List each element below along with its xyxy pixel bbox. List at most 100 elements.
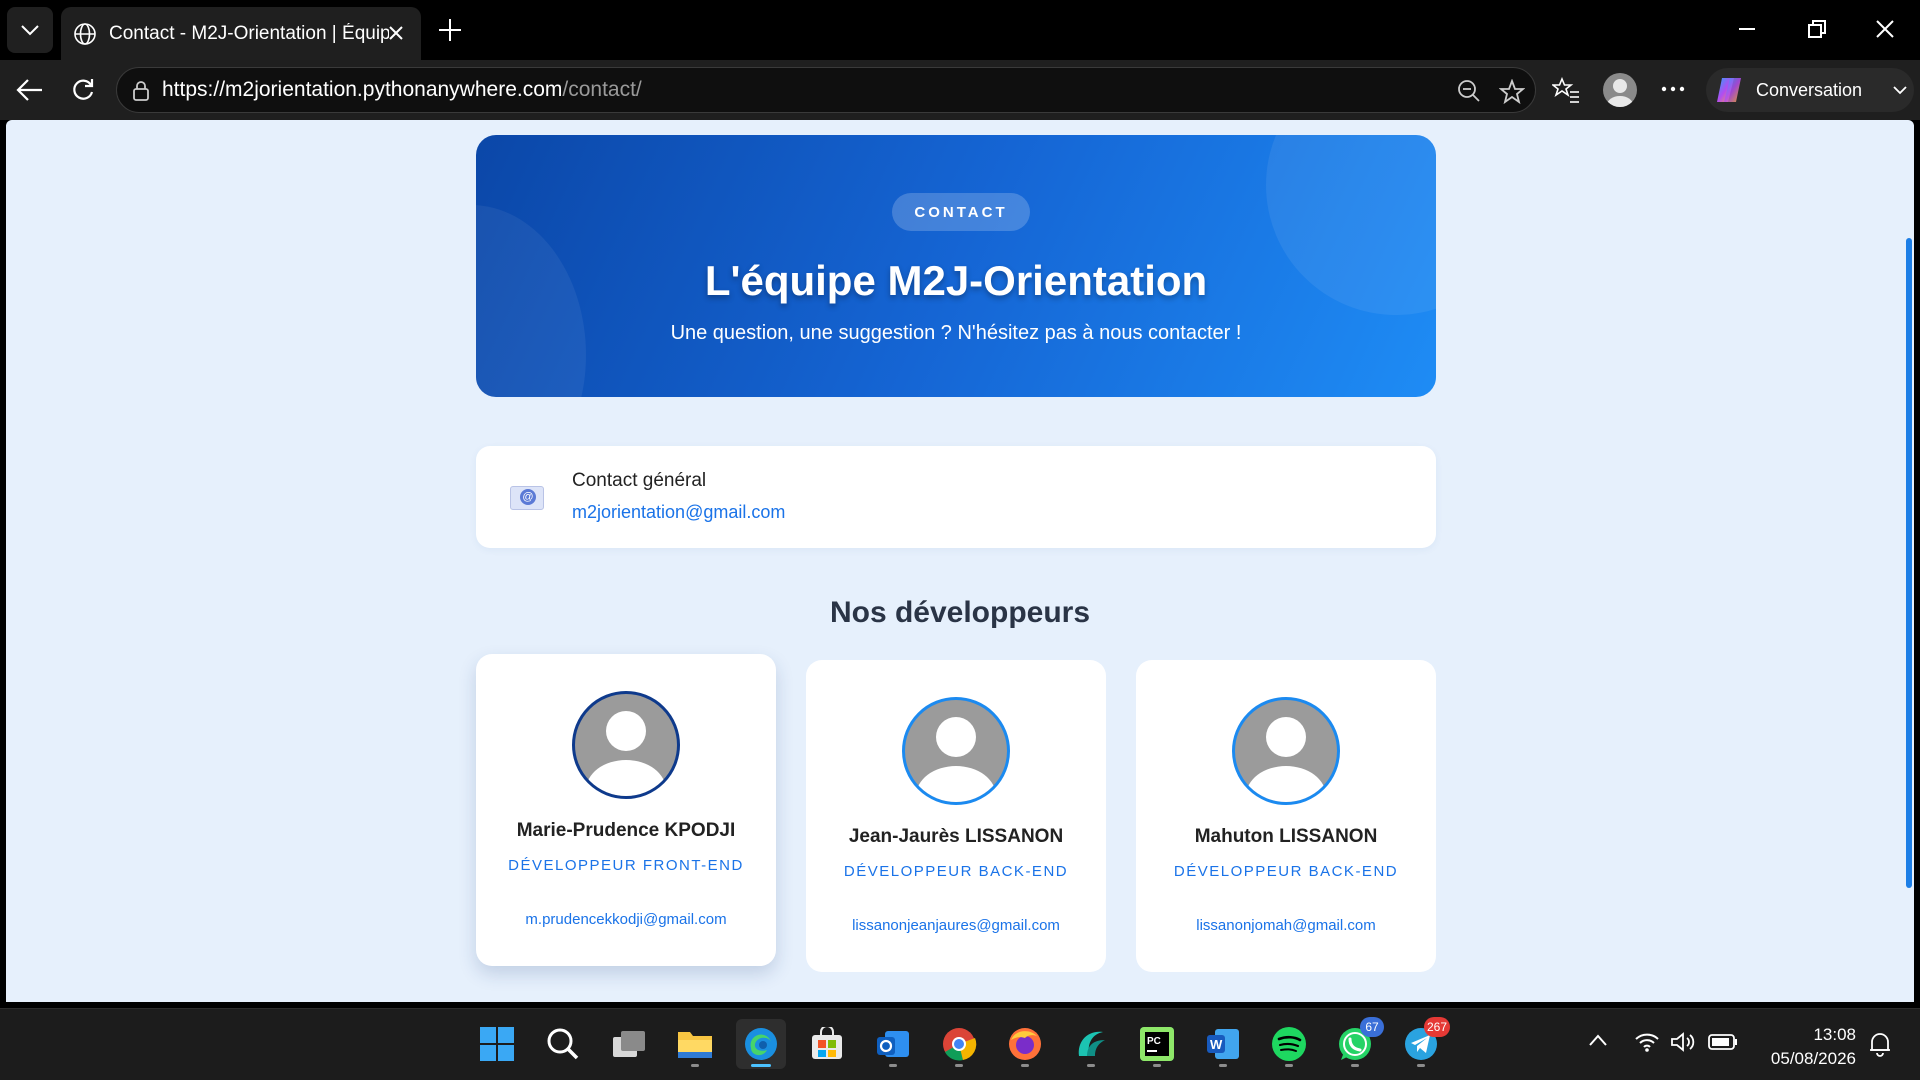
edge-icon <box>745 1028 777 1060</box>
user-icon <box>1607 79 1633 107</box>
firefox-button[interactable] <box>1000 1019 1050 1069</box>
email-icon: @ <box>510 486 544 510</box>
developer-name: Marie-Prudence KPODJI <box>516 820 736 841</box>
running-indicator <box>889 1064 897 1067</box>
running-indicator <box>1021 1064 1029 1067</box>
file-explorer-button[interactable] <box>670 1019 720 1069</box>
new-tab-icon[interactable] <box>436 16 464 44</box>
battery-icon[interactable] <box>1708 1034 1738 1050</box>
running-indicator <box>955 1064 963 1067</box>
search-button[interactable] <box>538 1019 588 1069</box>
whatsapp-button[interactable]: 67 <box>1330 1017 1384 1069</box>
running-indicator <box>751 1064 771 1067</box>
word-button[interactable]: W <box>1198 1019 1248 1069</box>
browser-tab-bar: Contact - M2J-Orientation | Équipe <box>0 0 1920 60</box>
developer-email-link[interactable]: lissanonjeanjaures@gmail.com <box>806 917 1106 934</box>
search-icon <box>547 1028 579 1060</box>
url-host: https://m2jorientation.pythonanywhere.co… <box>162 78 563 101</box>
volume-icon[interactable] <box>1670 1031 1696 1053</box>
back-arrow-icon[interactable] <box>16 77 44 103</box>
developer-role: DÉVELOPPEUR FRONT-END <box>508 857 744 874</box>
folder-icon <box>678 1032 712 1058</box>
outlook-icon <box>877 1031 909 1057</box>
copilot-icon <box>1717 78 1741 102</box>
wifi-icon[interactable] <box>1634 1031 1660 1053</box>
browser-tab-active[interactable]: Contact - M2J-Orientation | Équipe <box>61 7 421 60</box>
globe-icon <box>74 22 96 45</box>
clock-date: 05/08/2026 <box>1770 1049 1856 1068</box>
page-title: L'équipe M2J-Orientation <box>704 257 1208 304</box>
outlook-button[interactable] <box>868 1019 918 1069</box>
user-icon <box>916 717 996 802</box>
chevron-down-icon <box>21 25 39 36</box>
hero-subtitle: Une question, une suggestion ? N'hésitez… <box>670 322 1242 344</box>
user-icon <box>586 711 666 796</box>
lock-icon[interactable] <box>131 80 151 102</box>
address-bar[interactable]: https://m2jorientation.pythonanywhere.co… <box>116 67 1536 113</box>
developer-email-link[interactable]: m.prudencekkodji@gmail.com <box>476 911 776 928</box>
windows-icon <box>480 1027 514 1061</box>
more-options-icon[interactable] <box>1661 85 1685 93</box>
chrome-button[interactable] <box>934 1019 984 1069</box>
profile-avatar[interactable] <box>1603 73 1637 107</box>
minimize-icon[interactable] <box>1736 18 1758 40</box>
task-view-icon <box>613 1031 645 1057</box>
favorite-star-icon[interactable] <box>1499 79 1525 105</box>
running-indicator <box>1417 1064 1425 1067</box>
developer-card: Marie-Prudence KPODJI DÉVELOPPEUR FRONT-… <box>476 654 776 966</box>
taskbar: PC W 67 267 13:08 05/08/2026 <box>0 1008 1920 1080</box>
favorites-list-icon[interactable] <box>1552 77 1580 103</box>
pycharm-button[interactable]: PC <box>1132 1019 1182 1069</box>
svg-text:PC: PC <box>1147 1036 1161 1047</box>
running-indicator <box>1285 1064 1293 1067</box>
edge-button[interactable] <box>736 1019 786 1069</box>
developer-role: DÉVELOPPEUR BACK-END <box>843 863 1069 880</box>
url-text: https://m2jorientation.pythonanywhere.co… <box>162 78 642 102</box>
chevron-up-icon[interactable] <box>1588 1033 1608 1047</box>
wave-app-icon <box>1078 1031 1105 1056</box>
store-button[interactable] <box>802 1019 852 1069</box>
notification-bell-icon[interactable] <box>1868 1031 1892 1057</box>
zoom-out-icon[interactable] <box>1457 79 1481 103</box>
restore-icon[interactable] <box>1806 18 1828 40</box>
url-path: /contact/ <box>562 78 642 101</box>
close-window-icon[interactable] <box>1874 18 1896 40</box>
tab-list-button[interactable] <box>7 7 53 53</box>
running-indicator <box>1087 1064 1095 1067</box>
telegram-button[interactable]: 267 <box>1396 1017 1450 1069</box>
close-icon[interactable] <box>385 22 407 44</box>
refresh-icon[interactable] <box>70 77 96 103</box>
running-indicator <box>1219 1064 1227 1067</box>
hero-badge: CONTACT <box>892 193 1030 231</box>
running-indicator <box>691 1064 699 1067</box>
developer-role: DÉVELOPPEUR BACK-END <box>1173 863 1399 880</box>
chrome-icon <box>943 1028 977 1061</box>
store-icon <box>812 1027 842 1059</box>
developer-card: Mahuton LISSANON DÉVELOPPEUR BACK-END li… <box>1136 660 1436 972</box>
spotify-button[interactable] <box>1264 1019 1314 1069</box>
developer-card: Jean-Jaurès LISSANON DÉVELOPPEUR BACK-EN… <box>806 660 1106 972</box>
word-icon: W <box>1207 1029 1239 1059</box>
chevron-down-icon[interactable] <box>1892 85 1908 95</box>
page-scrollbar[interactable] <box>1906 238 1912 888</box>
svg-text:W: W <box>1210 1037 1223 1052</box>
notification-badge: 267 <box>1423 1017 1450 1037</box>
contact-label: Contact général <box>572 470 707 491</box>
cursor-app-button[interactable] <box>1066 1019 1116 1069</box>
start-button[interactable] <box>472 1019 522 1069</box>
user-icon <box>1246 717 1326 802</box>
developer-email-link[interactable]: lissanonjomah@gmail.com <box>1136 917 1436 934</box>
copilot-label: Conversation <box>1756 79 1863 100</box>
clock-time: 13:08 <box>1813 1025 1856 1044</box>
developer-name: Mahuton LISSANON <box>1194 826 1378 847</box>
pycharm-icon: PC <box>1140 1027 1174 1061</box>
avatar <box>1232 697 1340 805</box>
general-contact-card: @ Contact général m2jorientation@gmail.c… <box>476 446 1436 548</box>
copilot-button[interactable]: Conversation <box>1706 68 1914 112</box>
tab-title: Contact - M2J-Orientation | Équipe <box>109 22 389 44</box>
contact-email-link[interactable]: m2jorientation@gmail.com <box>572 502 785 523</box>
hero-banner: CONTACT L'équipe M2J-Orientation Une que… <box>476 135 1436 397</box>
task-view-button[interactable] <box>604 1019 654 1069</box>
system-clock[interactable]: 13:08 05/08/2026 <box>1771 1023 1856 1071</box>
avatar <box>572 691 680 799</box>
